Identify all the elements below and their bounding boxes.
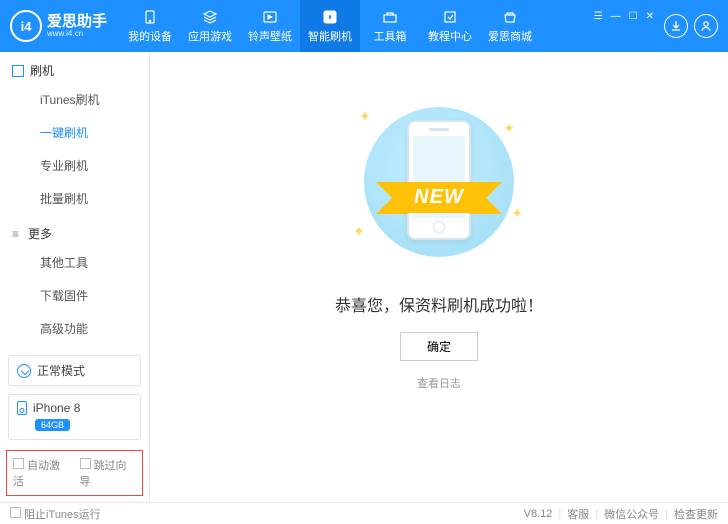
nav-toolbox[interactable]: 工具箱 — [360, 0, 420, 52]
toolbox-icon — [380, 8, 400, 26]
apps-icon — [200, 8, 220, 26]
nav-device[interactable]: 我的设备 — [120, 0, 180, 52]
mode-icon — [17, 364, 31, 378]
sidebar-item[interactable]: iTunes刷机 — [0, 83, 149, 116]
sidebar-section-flash: 刷机 — [0, 52, 149, 83]
header-right: ☰ — ☐ ✕ — [594, 11, 718, 42]
device-name: iPhone 8 — [33, 401, 80, 415]
sidebar-section-more: 更多 — [0, 215, 149, 246]
support-link[interactable]: 客服 — [567, 506, 589, 522]
hamburger-icon — [12, 227, 22, 241]
flash-icon — [320, 8, 340, 26]
checkbox-icon — [10, 507, 21, 518]
update-link[interactable]: 检查更新 — [674, 506, 718, 522]
view-log-link[interactable]: 查看日志 — [417, 375, 461, 391]
section-label: 刷机 — [30, 62, 54, 79]
sidebar-item[interactable]: 下载固件 — [0, 279, 149, 312]
device-info[interactable]: iPhone 8 64GB — [8, 394, 141, 440]
tutorial-icon — [440, 8, 460, 26]
menu-button[interactable]: ☰ — [594, 11, 603, 22]
maximize-button[interactable]: ☐ — [629, 11, 638, 22]
auto-activate-option[interactable]: 自动激活 — [13, 457, 70, 489]
top-nav: 我的设备应用游戏铃声壁纸智能刷机工具箱教程中心爱思商城 — [120, 0, 540, 52]
logo-icon: i4 — [10, 10, 42, 42]
sidebar-item[interactable]: 一键刷机 — [0, 116, 149, 149]
sidebar-item[interactable]: 专业刷机 — [0, 149, 149, 182]
confirm-button[interactable]: 确定 — [400, 332, 478, 361]
sidebar: 刷机 iTunes刷机一键刷机专业刷机批量刷机 更多 其他工具下载固件高级功能 … — [0, 52, 150, 502]
device-mode[interactable]: 正常模式 — [8, 355, 141, 386]
section-label: 更多 — [28, 225, 52, 242]
nav-store[interactable]: 爱思商城 — [480, 0, 540, 52]
minimize-button[interactable]: — — [611, 11, 621, 22]
logo-title: 爱思助手 — [47, 14, 107, 29]
window-controls: ☰ — ☐ ✕ — [594, 11, 654, 22]
app-header: i4 爱思助手 www.i4.cn 我的设备应用游戏铃声壁纸智能刷机工具箱教程中… — [0, 0, 728, 52]
mode-label: 正常模式 — [37, 362, 85, 379]
storage-badge: 64GB — [35, 419, 70, 431]
nav-media[interactable]: 铃声壁纸 — [240, 0, 300, 52]
checkbox-icon — [80, 458, 91, 469]
phone-icon — [17, 401, 27, 415]
wechat-link[interactable]: 微信公众号 — [604, 506, 659, 522]
checkbox-icon — [13, 458, 24, 469]
version-label: V8.12 — [524, 508, 553, 520]
success-message: 恭喜您，保资料刷机成功啦！ — [335, 292, 543, 316]
bottom-options-highlight: 自动激活 跳过向导 — [6, 450, 143, 496]
new-ribbon: NEW — [396, 182, 482, 213]
nav-tutorial[interactable]: 教程中心 — [420, 0, 480, 52]
app-logo: i4 爱思助手 www.i4.cn — [10, 10, 120, 42]
success-illustration: ✦ ✦ ✦ ✦ NEW — [319, 102, 559, 262]
store-icon — [500, 8, 520, 26]
sidebar-item[interactable]: 高级功能 — [0, 312, 149, 345]
nav-apps[interactable]: 应用游戏 — [180, 0, 240, 52]
phone-graphic — [407, 120, 471, 240]
skip-wizard-option[interactable]: 跳过向导 — [80, 457, 137, 489]
device-icon — [140, 8, 160, 26]
main-content: ✦ ✦ ✦ ✦ NEW 恭喜您，保资料刷机成功啦！ 确定 查看日志 — [150, 52, 728, 502]
nav-flash[interactable]: 智能刷机 — [300, 0, 360, 52]
media-icon — [260, 8, 280, 26]
flash-icon — [12, 65, 24, 77]
logo-subtitle: www.i4.cn — [47, 29, 107, 38]
close-button[interactable]: ✕ — [646, 11, 654, 22]
block-itunes-option[interactable]: 阻止iTunes运行 — [10, 506, 101, 522]
status-bar: 阻止iTunes运行 V8.12 | 客服 | 微信公众号 | 检查更新 — [0, 502, 728, 524]
sidebar-item[interactable]: 其他工具 — [0, 246, 149, 279]
sidebar-item[interactable]: 批量刷机 — [0, 182, 149, 215]
download-icon[interactable] — [664, 14, 688, 38]
user-icon[interactable] — [694, 14, 718, 38]
